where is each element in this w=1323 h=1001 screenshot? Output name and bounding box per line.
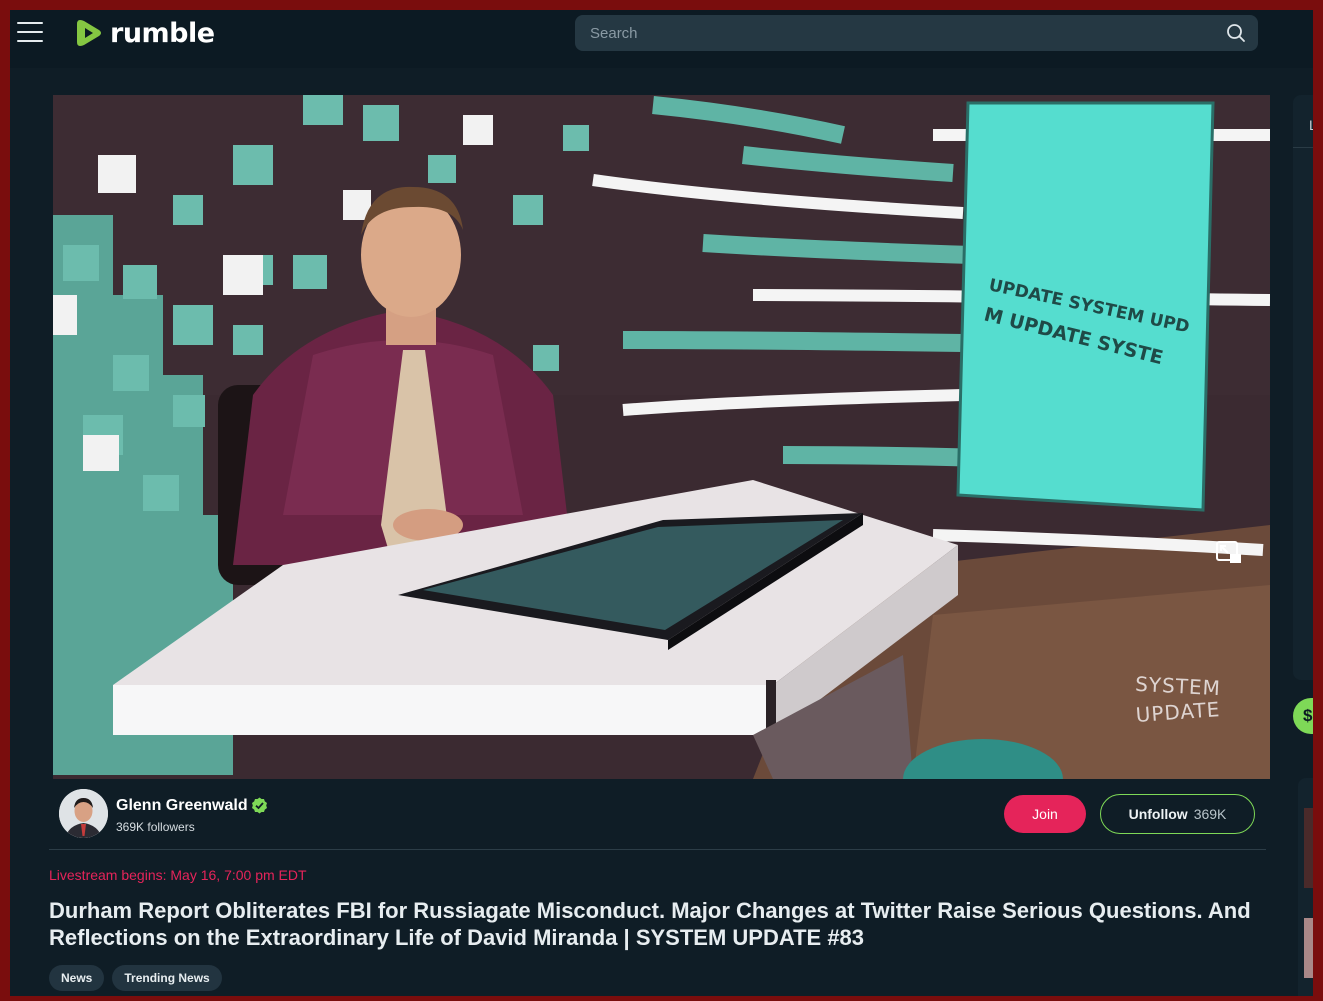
follower-count: 369K followers — [116, 820, 195, 834]
picture-in-picture-icon[interactable] — [1216, 541, 1242, 565]
related-videos-panel — [1298, 778, 1313, 996]
rant-button[interactable]: $ — [1293, 698, 1313, 734]
search-icon[interactable] — [1226, 23, 1246, 43]
show-watermark: SYSTEM UPDATE — [1123, 672, 1233, 727]
unfollow-count: 369K — [1193, 806, 1227, 822]
verified-badge-icon — [252, 797, 267, 814]
rumble-logo[interactable]: rumble — [74, 16, 215, 50]
livestream-time: Livestream begins: May 16, 7:00 pm EDT — [49, 867, 307, 883]
tag-trending-news[interactable]: Trending News — [112, 965, 222, 991]
channel-name[interactable]: Glenn Greenwald — [116, 797, 248, 815]
related-thumbnail[interactable] — [1304, 808, 1313, 888]
channel-avatar[interactable] — [59, 789, 108, 838]
app-frame: rumble Search UPDATE SYSTEM UPD M UPDATE… — [10, 10, 1313, 996]
unfollow-button[interactable]: Unfollow 369K — [1100, 794, 1255, 834]
channel-bar: Glenn Greenwald 369K followers Join Unfo… — [49, 780, 1266, 850]
video-title: Durham Report Obliterates FBI for Russia… — [49, 898, 1251, 950]
tag-list: News Trending News — [49, 965, 222, 991]
avatar-image — [59, 789, 108, 838]
search-bar — [575, 15, 1258, 51]
dollar-icon: $ — [1303, 706, 1313, 725]
top-header: rumble — [10, 10, 1313, 68]
logo-text: rumble — [110, 17, 215, 49]
side-panel-divider — [1293, 147, 1313, 148]
search-input[interactable] — [575, 15, 1195, 51]
tag-news[interactable]: News — [49, 965, 105, 991]
rumble-play-icon — [77, 20, 101, 46]
unfollow-label: Unfollow — [1128, 806, 1188, 822]
watermark-line-2: UPDATE — [1134, 697, 1222, 727]
video-player[interactable]: UPDATE SYSTEM UPD M UPDATE SYSTE SYSTEM … — [53, 95, 1270, 779]
side-panel: L — [1293, 95, 1313, 680]
video-frame: UPDATE SYSTEM UPD M UPDATE SYSTE — [53, 95, 1270, 779]
join-button[interactable]: Join — [1004, 795, 1086, 833]
hamburger-menu-icon[interactable] — [17, 22, 43, 42]
related-thumbnail[interactable] — [1304, 918, 1313, 978]
side-panel-letter: L — [1309, 117, 1313, 133]
